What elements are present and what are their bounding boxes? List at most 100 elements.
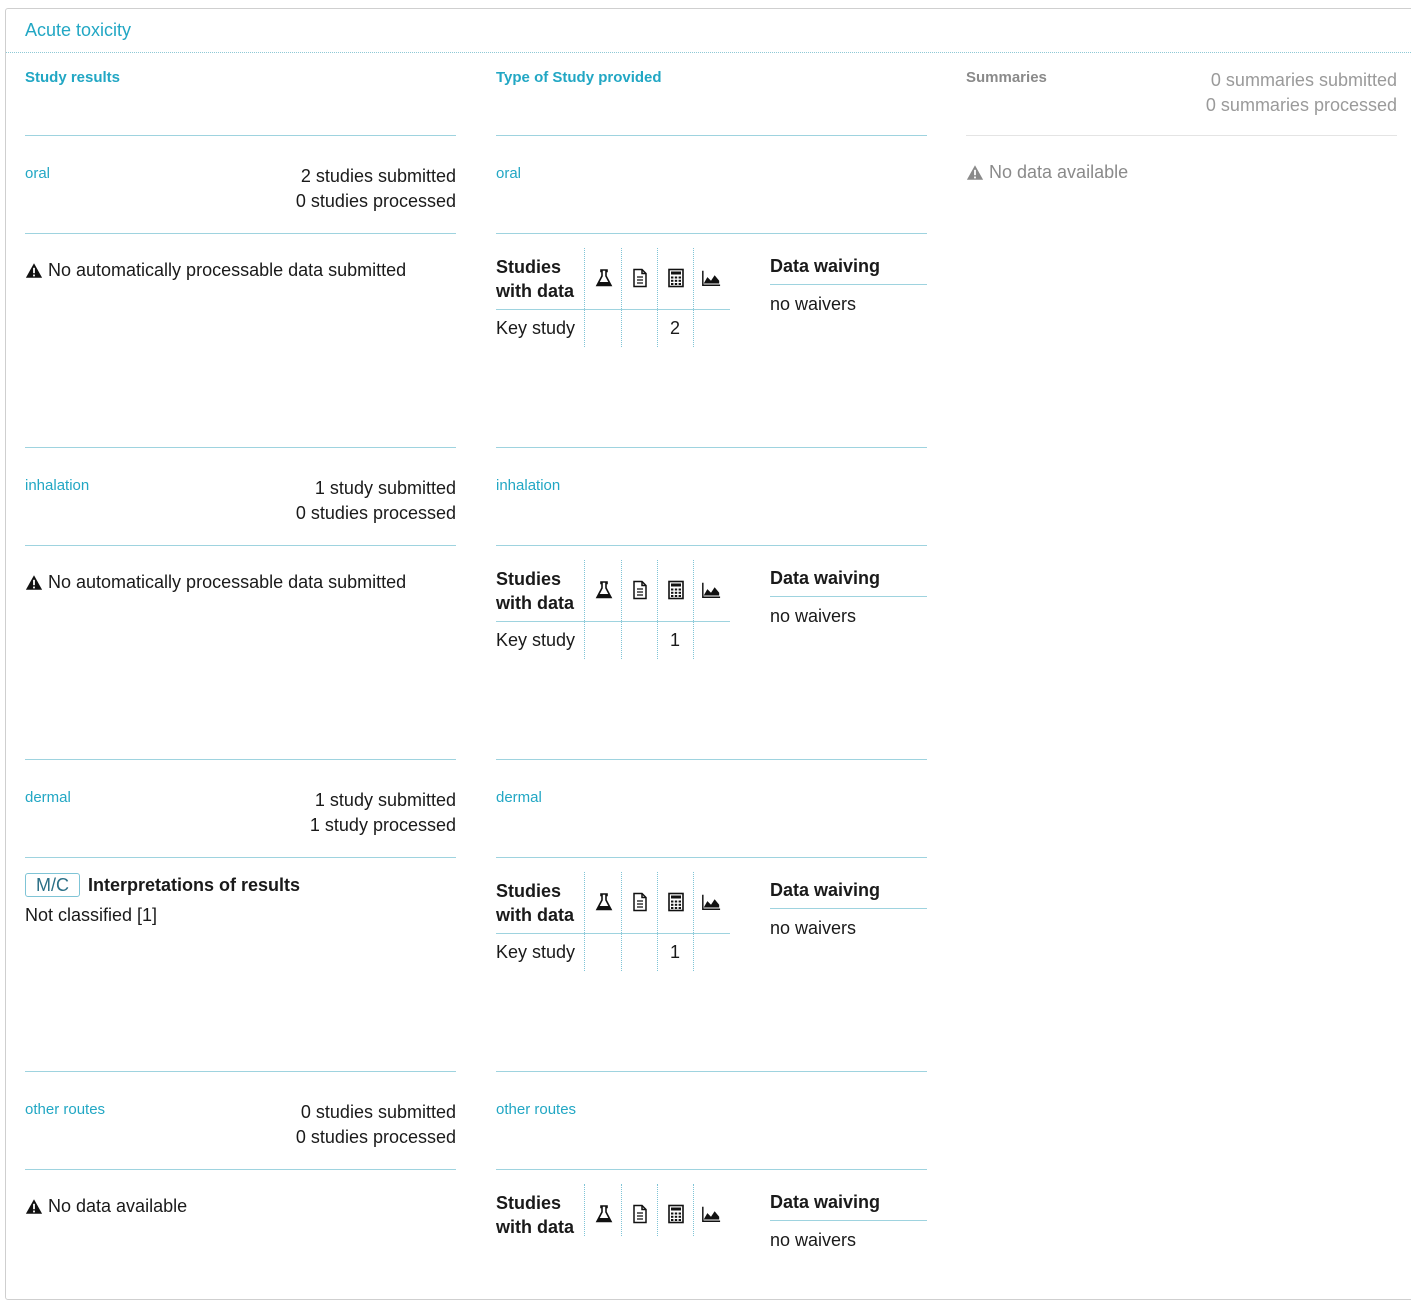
study-type-route-inhalation: inhalation xyxy=(496,477,561,494)
title-divider xyxy=(6,52,1411,53)
route-type-divider xyxy=(496,857,927,858)
study-type-route-dermal: dermal xyxy=(496,789,542,806)
study-results-divider xyxy=(25,135,456,136)
mc-badge: M/C xyxy=(25,873,80,897)
studies-table-divider xyxy=(496,933,730,934)
result-message: No data available xyxy=(25,1196,187,1217)
flask-icon xyxy=(594,580,614,600)
table-column-divider xyxy=(584,560,585,659)
interpretation-row: M/C Interpretations of results xyxy=(25,873,300,897)
key-study-label: Key study xyxy=(496,630,576,650)
document-icon xyxy=(630,892,650,912)
table-column-divider xyxy=(693,1184,694,1236)
result-message: No automatically processable data submit… xyxy=(25,572,406,593)
studies-processed: 1 study processed xyxy=(309,814,456,835)
data-waiving-title: Data waiving xyxy=(770,1192,881,1212)
area-chart-icon xyxy=(701,580,721,600)
data-waiving-title: Data waiving xyxy=(770,256,881,276)
summaries-counts: 0 summaries submitted 0 summaries proces… xyxy=(1206,68,1397,117)
acute-toxicity-panel xyxy=(5,8,1411,1300)
table-column-divider xyxy=(657,1184,658,1236)
calculator-icon xyxy=(666,1204,686,1224)
route-type-divider xyxy=(496,233,927,234)
route-counts-inhalation: 1 study submitted 0 studies processed xyxy=(296,476,456,525)
type-of-study-header: Type of Study provided xyxy=(496,69,662,86)
key-study-label: Key study xyxy=(496,318,576,338)
document-icon xyxy=(630,1204,650,1224)
panel-title: Acute toxicity xyxy=(25,20,132,40)
calculator-icon xyxy=(666,892,686,912)
studies-processed: 0 studies processed xyxy=(295,502,456,523)
key-study-count: 1 xyxy=(669,630,680,650)
studies-table-divider xyxy=(496,309,730,310)
data-waiving-divider xyxy=(770,1220,927,1221)
key-study-label: Key study xyxy=(496,942,576,962)
calculator-icon xyxy=(666,268,686,288)
document-icon xyxy=(630,580,650,600)
area-chart-icon xyxy=(701,268,721,288)
result-message: No automatically processable data submit… xyxy=(25,260,406,281)
route-type-divider xyxy=(496,545,927,546)
studies-processed: 0 studies processed xyxy=(295,1126,456,1147)
flask-icon xyxy=(594,892,614,912)
summaries-no-data-text: No data available xyxy=(989,162,1129,182)
studies-table-divider xyxy=(496,621,730,622)
classification-text: Not classified [1] xyxy=(25,905,158,925)
table-column-divider xyxy=(584,872,585,971)
flask-icon xyxy=(594,1204,614,1224)
warning-icon xyxy=(25,1199,43,1214)
table-column-divider xyxy=(621,560,622,659)
result-message-text: No data available xyxy=(48,1196,188,1216)
section-divider-right xyxy=(496,759,927,760)
data-waiving-divider xyxy=(770,284,927,285)
data-waiving-value: no waivers xyxy=(770,606,857,626)
studies-submitted: 1 study submitted xyxy=(314,478,456,498)
route-name-dermal: dermal xyxy=(25,789,71,806)
key-study-count: 2 xyxy=(669,318,680,338)
data-waiving-title: Data waiving xyxy=(770,568,881,588)
table-column-divider xyxy=(584,248,585,347)
studies-submitted: 2 studies submitted xyxy=(300,166,456,186)
table-column-divider xyxy=(693,560,694,659)
data-waiving-value: no waivers xyxy=(770,918,857,938)
table-column-divider xyxy=(621,872,622,971)
interpretation-title: Interpretations of results xyxy=(88,874,301,895)
table-column-divider xyxy=(621,248,622,347)
table-column-divider xyxy=(693,872,694,971)
summaries-header: Summaries xyxy=(966,69,1047,86)
route-results-divider xyxy=(25,233,456,234)
warning-icon xyxy=(966,165,984,180)
section-divider-left xyxy=(25,759,456,760)
route-results-divider xyxy=(25,545,456,546)
document-icon xyxy=(630,268,650,288)
study-type-route-oral: oral xyxy=(496,165,522,182)
data-waiving-divider xyxy=(770,596,927,597)
studies-processed: 0 studies processed xyxy=(295,190,456,211)
studies-with-data-header: Studies with data xyxy=(496,569,575,613)
studies-with-data-header: Studies with data xyxy=(496,881,575,925)
route-results-divider xyxy=(25,857,456,858)
result-message-text: No automatically processable data submit… xyxy=(48,260,407,280)
data-waiving-value: no waivers xyxy=(770,1230,857,1250)
summaries-processed: 0 summaries processed xyxy=(1205,94,1397,115)
section-divider-right xyxy=(496,1071,927,1072)
route-name-other-routes: other routes xyxy=(25,1101,106,1118)
route-counts-other-routes: 0 studies submitted 0 studies processed xyxy=(296,1100,456,1149)
area-chart-icon xyxy=(701,892,721,912)
summaries-divider xyxy=(966,135,1397,136)
calculator-icon xyxy=(666,580,686,600)
data-waiving-value: no waivers xyxy=(770,294,857,314)
studies-with-data-header: Studies with data xyxy=(496,257,575,301)
route-counts-dermal: 1 study submitted 1 study processed xyxy=(310,788,456,837)
studies-submitted: 0 studies submitted xyxy=(300,1102,456,1122)
data-waiving-title: Data waiving xyxy=(770,880,881,900)
route-type-divider xyxy=(496,1169,927,1170)
studies-with-data-header: Studies with data xyxy=(496,1193,575,1237)
data-waiving-divider xyxy=(770,908,927,909)
studies-submitted: 1 study submitted xyxy=(314,790,456,810)
result-message-text: No automatically processable data submit… xyxy=(48,572,407,592)
table-column-divider xyxy=(693,248,694,347)
key-study-count: 1 xyxy=(669,942,680,962)
route-name-oral: oral xyxy=(25,165,51,182)
flask-icon xyxy=(594,268,614,288)
